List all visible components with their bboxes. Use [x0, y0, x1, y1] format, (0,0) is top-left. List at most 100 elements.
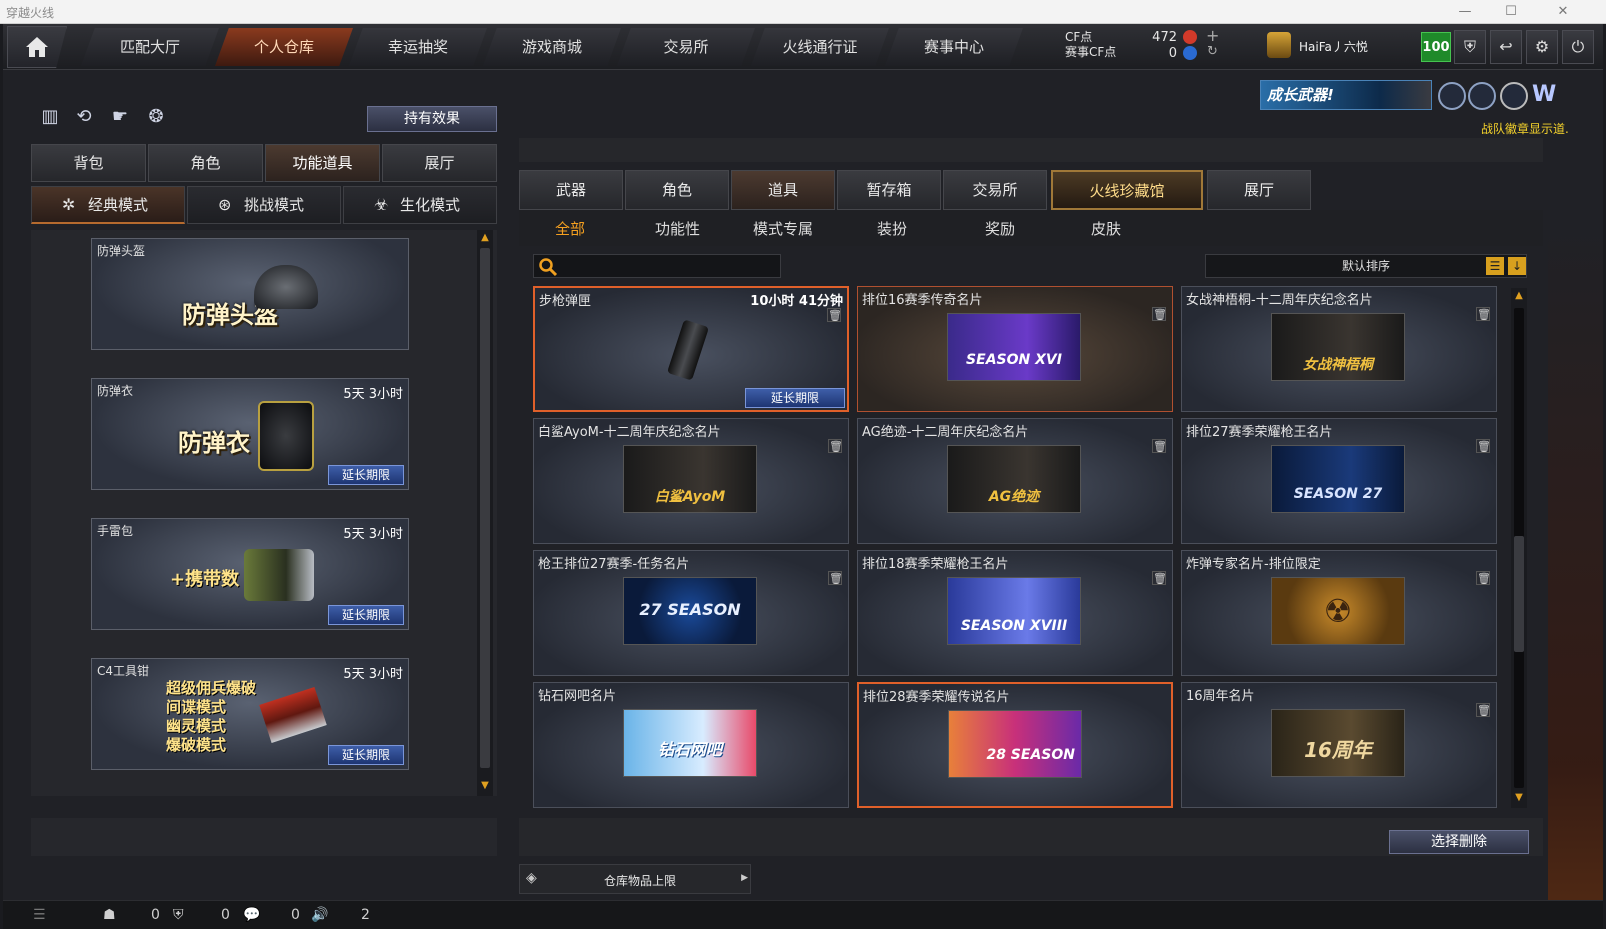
card-art: SEASON 27 — [1271, 445, 1405, 513]
subtab-functional[interactable]: 功能性 — [655, 218, 700, 239]
clan-icon[interactable]: ⛨ — [173, 907, 184, 923]
friends-icon[interactable]: ☗ — [103, 907, 116, 923]
item-card[interactable]: 枪王排位27赛季-任务名片 🗑 27 SEASON — [533, 550, 849, 676]
select-delete-button[interactable]: 选择删除 — [1389, 830, 1529, 854]
nav-tab-lucky-draw[interactable]: 幸运抽奖 — [349, 28, 487, 66]
trash-icon[interactable]: 🗑 — [1476, 439, 1491, 453]
stats-icon[interactable]: ▥ — [37, 106, 63, 132]
nav-tab-shop[interactable]: 游戏商城 — [483, 28, 621, 66]
badge-v-icon[interactable] — [1438, 82, 1466, 110]
extend-button[interactable]: 延长期限 — [745, 388, 845, 408]
w-logo-icon[interactable]: W — [1532, 82, 1560, 110]
return-icon[interactable]: ↩ — [1490, 30, 1522, 64]
extend-button[interactable]: 延长期限 — [328, 605, 404, 625]
subtab-all[interactable]: 全部 — [555, 218, 585, 239]
nav-tab-personal-storage[interactable]: 个人仓库 — [215, 28, 353, 66]
left-scrollbar[interactable]: ▲ ▼ — [477, 230, 493, 796]
item-card[interactable]: AG绝迹-十二周年庆纪念名片 🗑 AG绝迹 — [857, 418, 1173, 544]
wings-icon[interactable] — [1500, 82, 1528, 110]
tab-character[interactable]: 角色 — [148, 144, 263, 182]
list-item[interactable]: 防弹衣 5天 3小时 防弹衣 延长期限 — [91, 378, 409, 490]
subtab-outfit[interactable]: 装扮 — [877, 218, 907, 239]
list-item[interactable]: C4工具钳 5天 3小时 超级佣兵爆破 间谍模式 幽灵模式 爆破模式 延长期限 — [91, 658, 409, 770]
hand-icon[interactable]: ☛ — [107, 106, 133, 132]
scroll-up-icon[interactable]: ▲ — [1513, 290, 1525, 302]
item-card[interactable]: 排位16赛季传奇名片 🗑 SEASON XVI — [857, 286, 1173, 412]
tab-collection[interactable]: 火线珍藏馆 — [1051, 170, 1203, 210]
extend-button[interactable]: 延长期限 — [328, 745, 404, 765]
trash-icon[interactable]: 🗑 — [1476, 571, 1491, 585]
item-card[interactable]: 钻石网吧名片 钻石网吧 — [533, 682, 849, 808]
nav-tab-event-center[interactable]: 赛事中心 — [885, 28, 1023, 66]
shield-icon[interactable]: ⛨ — [1454, 30, 1486, 64]
maximize-button[interactable]: ☐ — [1488, 0, 1534, 24]
subtab-skin[interactable]: 皮肤 — [1091, 218, 1121, 239]
sort-select[interactable]: 默认排序 — [1205, 254, 1527, 278]
list-item[interactable]: 手雷包 5天 3小时 +携带数 延长期限 — [91, 518, 409, 630]
menu-list-icon[interactable]: ☰ — [33, 907, 46, 923]
trash-icon[interactable]: 🗑 — [1476, 307, 1491, 321]
storage-capacity-bar[interactable]: ◈ 仓库物品上限 ▶ — [519, 864, 751, 894]
trash-icon[interactable]: 🗑 — [1152, 307, 1167, 321]
tab-trade[interactable]: 交易所 — [943, 170, 1047, 210]
scroll-thumb[interactable] — [1514, 536, 1524, 652]
mode-tab-challenge[interactable]: ⊛ 挑战模式 — [187, 186, 341, 224]
close-button[interactable]: ✕ — [1540, 0, 1586, 24]
grenade-icon[interactable]: ❂ — [143, 106, 169, 132]
scroll-down-icon[interactable]: ▼ — [1513, 792, 1525, 804]
subtab-reward[interactable]: 奖励 — [985, 218, 1015, 239]
scroll-up-icon[interactable]: ▲ — [479, 232, 491, 244]
mode-tab-biochem[interactable]: ☣ 生化模式 — [343, 186, 497, 224]
mode-tab-classic[interactable]: ✲ 经典模式 — [31, 186, 185, 224]
tab-characters[interactable]: 角色 — [625, 170, 729, 210]
nav-tab-battle-pass[interactable]: 火线通行证 — [751, 28, 889, 66]
trash-icon[interactable]: 🗑 — [828, 571, 843, 585]
tab-weapons[interactable]: 武器 — [519, 170, 623, 210]
trash-icon[interactable]: 🗑 — [828, 439, 843, 453]
item-card[interactable]: 炸弹专家名片-排位限定 🗑 ☢ — [1181, 550, 1497, 676]
trash-icon[interactable]: 🗑 — [1476, 703, 1491, 717]
scroll-thumb[interactable] — [480, 248, 490, 768]
vip-level-badge[interactable]: 100 — [1421, 32, 1451, 62]
subtab-mode-exclusive[interactable]: 模式专属 — [753, 218, 813, 239]
list-view-icon[interactable]: ☰ — [1486, 257, 1504, 275]
sort-direction-icon[interactable]: ↓ — [1508, 257, 1526, 275]
home-button[interactable] — [7, 26, 67, 68]
globe-icon[interactable] — [1468, 82, 1496, 110]
tab-showroom[interactable]: 展厅 — [382, 144, 497, 182]
tab-functional-items[interactable]: 功能道具 — [265, 144, 380, 182]
minimize-button[interactable]: — — [1442, 0, 1488, 24]
refresh-icon[interactable]: ↻ — [1207, 44, 1218, 59]
extend-button[interactable]: 延长期限 — [328, 465, 404, 485]
tab-showroom-right[interactable]: 展厅 — [1207, 170, 1311, 210]
item-card[interactable]: 步枪弹匣 10小时 41分钟 🗑 延长期限 — [533, 286, 849, 412]
item-card[interactable]: 排位28赛季荣耀传说名片 28 SEASON — [857, 682, 1173, 808]
expand-arrow-icon[interactable]: ▶ — [741, 873, 748, 883]
item-card[interactable]: 白鲨AyoM-十二周年庆纪念名片 🗑 白鲨AyoM — [533, 418, 849, 544]
search-input[interactable] — [562, 257, 776, 275]
item-card[interactable]: 排位18赛季荣耀枪王名片 🗑 SEASON XVIII — [857, 550, 1173, 676]
nav-tab-match-hall[interactable]: 匹配大厅 — [81, 28, 219, 66]
scroll-down-icon[interactable]: ▼ — [479, 780, 491, 792]
gear-icon[interactable]: ⚙ — [1526, 30, 1558, 64]
speaker-icon[interactable]: 🔊 — [311, 907, 328, 923]
tab-temp-box[interactable]: 暂存箱 — [837, 170, 941, 210]
grid-scrollbar[interactable]: ▲ ▼ — [1511, 288, 1527, 808]
trash-icon[interactable]: 🗑 — [1152, 571, 1167, 585]
item-card[interactable]: 排位27赛季荣耀枪王名片 🗑 SEASON 27 — [1181, 418, 1497, 544]
holding-effect-button[interactable]: 持有效果 — [367, 106, 497, 132]
recharge-plus-icon[interactable]: + — [1206, 26, 1219, 45]
rotate-icon[interactable]: ⟲ — [71, 106, 97, 132]
tab-items[interactable]: 道具 — [731, 170, 835, 210]
search-box[interactable] — [533, 254, 781, 278]
item-card[interactable]: 女战神梧桐-十二周年庆纪念名片 🗑 女战神梧桐 — [1181, 286, 1497, 412]
trash-icon[interactable]: 🗑 — [1152, 439, 1167, 453]
item-card[interactable]: 16周年名片 🗑 16周年 — [1181, 682, 1497, 808]
promo-banner[interactable]: 成长武器! — [1260, 80, 1432, 110]
list-item[interactable]: 防弹头盔 防弹头盔 — [91, 238, 409, 350]
chat-icon[interactable]: 💬 — [243, 907, 260, 923]
nav-tab-exchange[interactable]: 交易所 — [617, 28, 755, 66]
tab-backpack[interactable]: 背包 — [31, 144, 146, 182]
power-icon[interactable]: ⏻ — [1562, 30, 1594, 64]
trash-icon[interactable]: 🗑 — [827, 308, 842, 322]
